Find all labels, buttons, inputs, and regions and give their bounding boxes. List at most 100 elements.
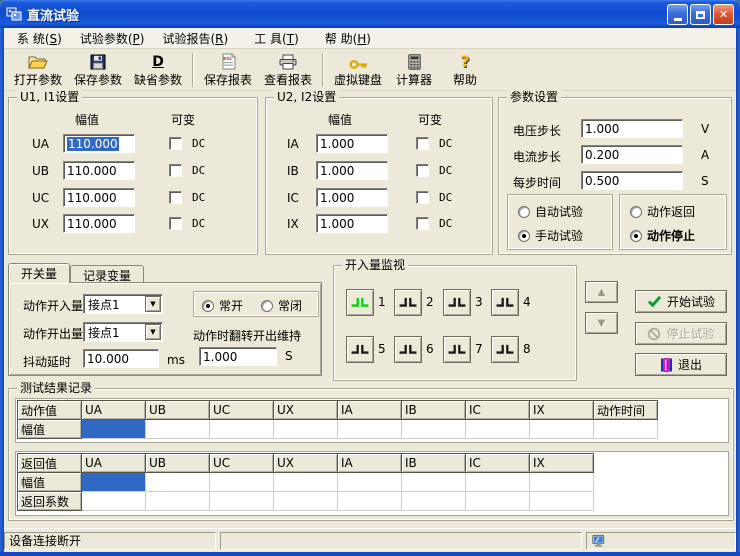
contact-number: 1 [378, 295, 392, 309]
action-return-radio[interactable]: 动作返回 [630, 203, 695, 220]
ic-amplitude-input[interactable]: 1.000 [316, 188, 388, 207]
table-cell[interactable] [82, 492, 146, 511]
ib-amplitude-input[interactable]: 1.000 [316, 161, 388, 180]
view-report-button[interactable]: 查看报表 [258, 51, 318, 89]
ic-variable-checkbox[interactable] [416, 191, 429, 204]
table-cell[interactable] [210, 492, 274, 511]
action-output-combobox[interactable]: 接点1 ▼ [83, 322, 163, 342]
table-cell[interactable] [402, 492, 466, 511]
amplitude-header: 幅值 [75, 111, 99, 128]
contact-number: 5 [378, 342, 392, 356]
help-button[interactable]: ? 帮助 [440, 51, 490, 89]
table-cell[interactable] [338, 420, 402, 439]
table-cell[interactable] [274, 420, 338, 439]
tab-record-variable[interactable]: 记录变量 [70, 265, 144, 283]
table-cell[interactable] [146, 473, 210, 492]
contact-number: 6 [426, 342, 440, 356]
table-cell[interactable] [210, 473, 274, 492]
open-params-button[interactable]: 打开参数 [8, 51, 68, 89]
channel-label: UA [32, 137, 49, 151]
uc-amplitude-input[interactable]: 110.000 [63, 188, 135, 207]
menu-test-report[interactable]: 试验报告(R) [153, 28, 237, 49]
contact-2-button[interactable] [394, 289, 422, 316]
ix-amplitude-input[interactable]: 1.000 [316, 214, 388, 233]
normally-open-radio[interactable]: 常开 [202, 297, 243, 314]
table-cell[interactable] [594, 420, 658, 439]
contact-5-button[interactable] [346, 336, 374, 363]
return-values-table: 返回值 UA UB UC UX IA IB IC IX 幅值 [17, 453, 594, 511]
close-button[interactable]: ✕ [713, 4, 734, 25]
default-params-button[interactable]: D 缺省参数 [128, 51, 188, 89]
maximize-button[interactable] [690, 4, 711, 25]
ia-variable-checkbox[interactable] [416, 137, 429, 150]
ia-amplitude-input[interactable]: 1.000 [316, 134, 388, 153]
table-cell[interactable] [210, 420, 274, 439]
hold-time-input[interactable]: 1.000 [199, 347, 277, 366]
table-cell[interactable] [402, 420, 466, 439]
contact-7-button[interactable] [443, 336, 471, 363]
ua-amplitude-input[interactable]: 110.000 [63, 134, 135, 153]
table-cell[interactable] [146, 492, 210, 511]
contact-8-button[interactable] [491, 336, 519, 363]
voltage-step-input[interactable]: 1.000 [581, 119, 683, 138]
contact-6-button[interactable] [394, 336, 422, 363]
ux-amplitude-input[interactable]: 110.000 [63, 214, 135, 233]
ib-variable-checkbox[interactable] [416, 164, 429, 177]
minimize-button[interactable] [667, 4, 688, 25]
start-test-button[interactable]: 开始试验 [635, 290, 727, 313]
table-cell[interactable] [530, 420, 594, 439]
calculator-button[interactable]: 计算器 [388, 51, 440, 89]
menu-test-params[interactable]: 试验参数(P) [71, 28, 154, 49]
table-cell-selected[interactable] [82, 420, 146, 439]
table-cell[interactable] [146, 420, 210, 439]
table-cell[interactable] [530, 492, 594, 511]
table-cell[interactable] [466, 492, 530, 511]
table-cell[interactable] [466, 473, 530, 492]
action-input-combobox[interactable]: 接点1 ▼ [83, 294, 163, 314]
menu-help[interactable]: 帮 助(H) [316, 28, 380, 49]
hold-label: 动作时翻转开出维持 [193, 327, 301, 344]
table-cell[interactable] [338, 473, 402, 492]
contact-type-panel: 常开 常闭 [193, 291, 319, 317]
auto-test-radio[interactable]: 自动试验 [518, 203, 583, 220]
menu-tools[interactable]: 工 具(T) [245, 28, 308, 49]
dc-label: DC [439, 164, 452, 177]
virtual-keyboard-button[interactable]: 虚拟键盘 [328, 51, 388, 89]
ub-variable-checkbox[interactable] [169, 164, 182, 177]
menu-system[interactable]: 系 统(S) [8, 28, 71, 49]
ua-variable-checkbox[interactable] [169, 137, 182, 150]
chevron-down-icon[interactable]: ▼ [145, 324, 161, 340]
scroll-up-button[interactable]: ▲ [585, 281, 618, 303]
ix-variable-checkbox[interactable] [416, 217, 429, 230]
ux-variable-checkbox[interactable] [169, 217, 182, 230]
exit-button[interactable]: 退出 [635, 353, 727, 376]
status-message: 设备连接断开 [4, 532, 216, 550]
table-cell[interactable] [466, 420, 530, 439]
contact-3-button[interactable] [443, 289, 471, 316]
table-cell[interactable] [274, 492, 338, 511]
tab-switch-quantity[interactable]: 开关量 [8, 263, 70, 283]
debounce-input[interactable]: 10.000 [83, 349, 159, 368]
table-cell-selected[interactable] [82, 473, 146, 492]
chevron-down-icon[interactable]: ▼ [145, 296, 161, 312]
contact-number: 8 [523, 342, 537, 356]
uc-variable-checkbox[interactable] [169, 191, 182, 204]
table-cell[interactable] [338, 492, 402, 511]
save-report-button[interactable]: EXL 保存报表 [198, 51, 258, 89]
current-step-input[interactable]: 0.200 [581, 145, 683, 164]
manual-test-radio[interactable]: 手动试验 [518, 227, 583, 244]
stop-test-button[interactable]: 停止试验 [635, 322, 727, 345]
step-time-input[interactable]: 0.500 [581, 171, 683, 190]
voltage-unit-label: V [701, 122, 709, 136]
contact-4-button[interactable] [491, 289, 519, 316]
table-cell[interactable] [402, 473, 466, 492]
ub-amplitude-input[interactable]: 110.000 [63, 161, 135, 180]
normally-closed-radio[interactable]: 常闭 [261, 297, 302, 314]
action-stop-radio[interactable]: 动作停止 [630, 227, 695, 244]
scroll-down-button[interactable]: ▼ [585, 312, 618, 334]
table-cell[interactable] [274, 473, 338, 492]
column-header: IX [530, 401, 594, 420]
save-params-button[interactable]: 保存参数 [68, 51, 128, 89]
contact-1-button[interactable] [346, 289, 374, 316]
table-cell[interactable] [530, 473, 594, 492]
